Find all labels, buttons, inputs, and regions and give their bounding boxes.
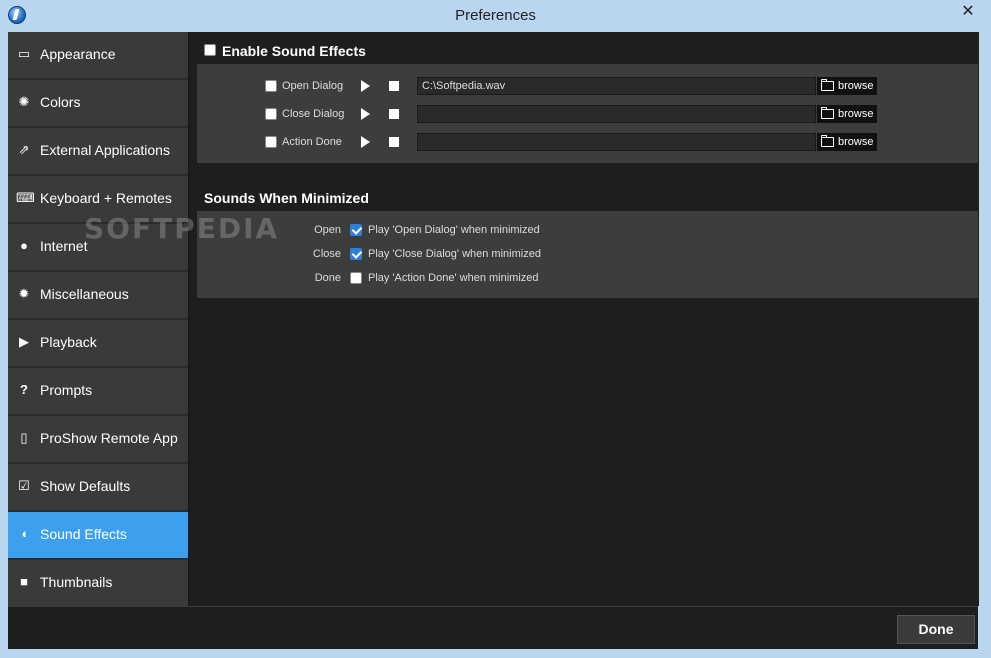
sidebar-item-miscellaneous[interactable]: ✹ Miscellaneous [8,272,188,319]
action-done-label: Action Done [282,136,342,148]
action-done-browse-button[interactable]: browse [817,133,877,151]
browse-label: browse [838,80,874,92]
close-dialog-label: Close Dialog [282,108,345,120]
remote-icon: ▯ [20,430,28,445]
gear-icon: ✹ [18,286,30,301]
sidebar-item-thumbnails[interactable]: ■ Thumbnails [8,560,188,607]
sidebar-item-appearance[interactable]: ▭ Appearance [8,32,188,79]
sidebar-item-colors[interactable]: ✺ Colors [8,80,188,127]
checkbox-icon: ☑ [18,478,30,493]
watermark: SOFTPEDIA [84,212,280,245]
sidebar-item-label: Miscellaneous [40,286,129,302]
preferences-window: Preferences ✕ ▭ Appearance ✺ Colors ⇗ Ex… [0,0,991,658]
action-done-checkbox[interactable] [265,136,277,148]
open-dialog-label: Open Dialog [282,80,344,92]
sidebar-item-external-applications[interactable]: ⇗ External Applications [8,128,188,175]
dialog-body: ▭ Appearance ✺ Colors ⇗ External Applica… [8,32,979,649]
sidebar-item-prompts[interactable]: ? Prompts [8,368,188,415]
sidebar-item-label: Colors [40,94,81,110]
sounds-when-minimized-title: Sounds When Minimized [204,190,369,206]
sidebar-item-label: Playback [40,334,97,350]
stop-open-dialog-button[interactable] [389,81,399,91]
external-link-icon: ⇗ [18,142,30,157]
sidebar-item-playback[interactable]: ▶ Playback [8,320,188,367]
browse-label: browse [838,108,874,120]
globe-icon: ● [20,238,28,253]
keyboard-icon: ⌨ [16,190,35,205]
minimized-open-label: Open [314,224,341,236]
minimized-done-label: Done [314,272,341,284]
action-done-path-field[interactable] [417,133,816,151]
sidebar-item-label: Appearance [40,46,116,62]
sidebar-item-label: External Applications [40,142,170,158]
close-button[interactable]: ✕ [951,1,985,23]
sidebar-item-label: Thumbnails [40,574,113,590]
minimized-done-text: Play 'Action Done' when minimized [368,272,539,284]
minimized-done-checkbox[interactable] [350,272,362,284]
sidebar: ▭ Appearance ✺ Colors ⇗ External Applica… [8,32,188,607]
minimized-open-checkbox[interactable] [350,224,362,236]
question-icon: ? [20,382,28,397]
sidebar-item-label: Keyboard + Remotes [40,190,172,206]
stop-close-dialog-button[interactable] [389,109,399,119]
enable-sound-effects-checkbox[interactable] [204,44,216,56]
sound-effects-pane: Enable Sound Effects Open Dialog C:\Soft… [188,32,979,606]
palette-icon: ✺ [18,94,30,109]
window-title: Preferences [455,7,536,24]
sidebar-item-sound-effects[interactable]: ◖ Sound Effects [8,512,188,559]
minimized-panel: Open Play 'Open Dialog' when minimized C… [197,211,978,298]
done-button[interactable]: Done [897,615,975,644]
folder-icon [821,79,834,91]
minimized-close-label: Close [312,248,341,260]
sound-effects-panel: Open Dialog C:\Softpedia.wav browse Clos… [197,64,978,163]
open-dialog-browse-button[interactable]: browse [817,77,877,95]
close-dialog-checkbox[interactable] [265,108,277,120]
open-dialog-checkbox[interactable] [265,80,277,92]
open-dialog-path-field[interactable]: C:\Softpedia.wav [417,77,816,95]
minimized-open-text: Play 'Open Dialog' when minimized [368,224,540,236]
folder-icon [821,107,834,119]
play-close-dialog-button[interactable] [361,108,370,120]
sidebar-item-proshow-remote-app[interactable]: ▯ ProShow Remote App [8,416,188,463]
sidebar-item-show-defaults[interactable]: ☑ Show Defaults [8,464,188,511]
sidebar-item-label: Prompts [40,382,93,398]
sidebar-item-label: ProShow Remote App [40,430,178,446]
minimized-close-checkbox[interactable] [350,248,362,260]
browse-label: browse [838,136,874,148]
footer: Done [8,606,978,649]
thumbnail-icon: ■ [20,574,28,589]
enable-sound-effects-label: Enable Sound Effects [222,43,366,59]
play-open-dialog-button[interactable] [361,80,370,92]
folder-icon [821,135,834,147]
speaker-icon: ◖ [20,526,28,541]
sidebar-item-label: Sound Effects [40,526,127,542]
window-icon: ▭ [17,46,31,61]
minimized-close-text: Play 'Close Dialog' when minimized [368,248,541,260]
close-dialog-browse-button[interactable]: browse [817,105,877,123]
sidebar-item-label: Internet [40,238,88,254]
play-action-done-button[interactable] [361,136,370,148]
sidebar-item-label: Show Defaults [40,478,131,494]
stop-action-done-button[interactable] [389,137,399,147]
close-dialog-path-field[interactable] [417,105,816,123]
title-bar: Preferences ✕ [0,0,991,32]
play-icon: ▶ [19,334,29,349]
